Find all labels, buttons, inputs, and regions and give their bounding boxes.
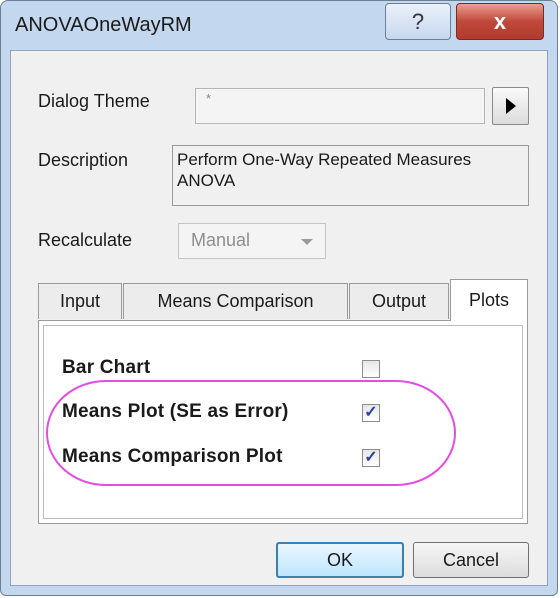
means-comparison-plot-checkbox[interactable]: ✓ xyxy=(362,449,380,467)
recalculate-dropdown: Manual xyxy=(178,223,326,259)
bar-chart-checkbox[interactable] xyxy=(362,360,380,378)
means-plot-checkbox[interactable]: ✓ xyxy=(362,404,380,422)
theme-menu-button[interactable] xyxy=(492,87,529,125)
help-button[interactable]: ? xyxy=(385,3,451,40)
chevron-down-icon xyxy=(301,239,313,245)
dialog-theme-label: Dialog Theme xyxy=(38,91,150,111)
tab-plots[interactable]: Plots xyxy=(450,279,528,321)
tab-means-comparison[interactable]: Means Comparison xyxy=(123,283,348,319)
tab-output[interactable]: Output xyxy=(349,283,449,319)
bar-chart-label: Bar Chart xyxy=(62,357,151,378)
description-text: Perform One-Way Repeated Measures ANOVA xyxy=(172,145,529,206)
window-title: ANOVAOneWayRM xyxy=(15,14,192,36)
dialog-theme-field[interactable]: * xyxy=(195,88,485,124)
checkmark-icon: ✓ xyxy=(364,449,378,466)
description-label: Description xyxy=(38,150,129,170)
cancel-button[interactable]: Cancel xyxy=(413,542,529,578)
dialog-theme-value: * xyxy=(206,91,212,106)
ok-button[interactable]: OK xyxy=(276,542,404,578)
recalculate-label: Recalculate xyxy=(38,230,133,250)
means-comparison-plot-label: Means Comparison Plot xyxy=(62,446,283,467)
recalculate-selected-value: Manual xyxy=(191,230,251,250)
means-plot-label: Means Plot (SE as Error) xyxy=(62,401,289,422)
tab-input[interactable]: Input xyxy=(38,283,122,319)
close-button[interactable]: x xyxy=(456,3,544,40)
play-arrow-icon xyxy=(505,98,516,114)
checkmark-icon: ✓ xyxy=(364,404,378,421)
